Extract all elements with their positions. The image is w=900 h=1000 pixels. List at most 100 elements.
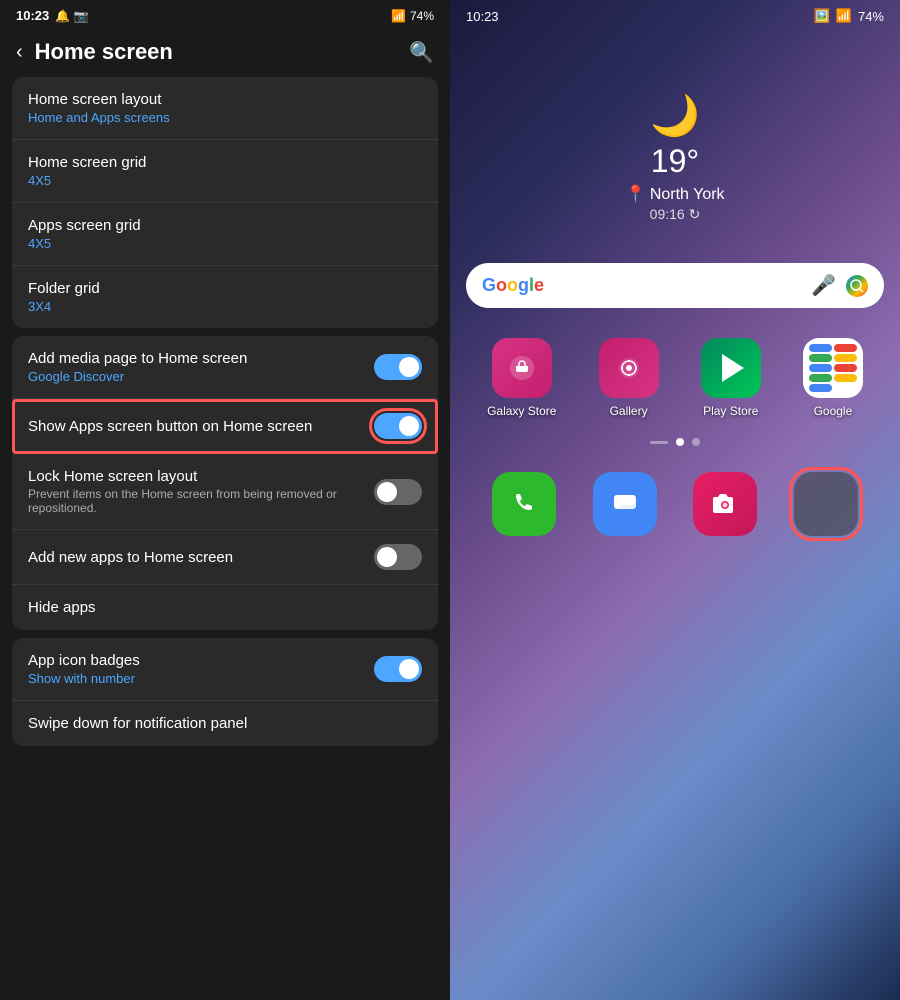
gallery-label: Gallery	[610, 404, 648, 418]
add-media-page-title: Add media page to Home screen	[28, 350, 374, 367]
lock-home-screen-title: Lock Home screen layout	[28, 468, 374, 485]
add-media-page-subtitle: Google Discover	[28, 369, 374, 384]
phone-dock-item[interactable]	[492, 472, 556, 536]
play-triangle-icon	[722, 354, 744, 382]
mic-icon[interactable]: 🎤	[811, 273, 836, 298]
battery-left: 74%	[410, 9, 434, 23]
gallery-item[interactable]: Gallery	[599, 338, 659, 418]
folder-grid-item[interactable]: Folder grid 3X4	[12, 266, 438, 328]
add-new-apps-row[interactable]: Add new apps to Home screen	[12, 530, 438, 585]
weather-temp: 19°	[450, 143, 900, 180]
time-right: 10:23	[466, 9, 499, 24]
show-apps-button-row[interactable]: Show Apps screen button on Home screen	[12, 399, 438, 454]
phone-dock-icon	[492, 472, 556, 536]
google-search-bar[interactable]: Google 🎤	[466, 263, 884, 308]
google-logo: Google	[482, 275, 544, 296]
back-button[interactable]: ‹	[16, 41, 23, 64]
toggle-knob	[399, 357, 419, 377]
status-bar-left: 10:23 🔔 📷 📶 74%	[0, 0, 450, 31]
play-store-icon	[701, 338, 761, 398]
status-time-left: 10:23 🔔 📷	[16, 8, 88, 23]
grid-settings-group: Home screen layout Home and Apps screens…	[12, 77, 438, 328]
google-grid-8	[834, 374, 857, 382]
apps-grid-dock-item[interactable]	[794, 472, 858, 536]
app-dock-row: Galaxy Store Gallery Play Store	[450, 328, 900, 428]
hide-apps-title: Hide apps	[28, 599, 422, 616]
refresh-icon: ↻	[689, 206, 701, 222]
app-icon-badges-subtitle: Show with number	[28, 671, 374, 686]
toggle-knob-4	[377, 547, 397, 567]
apps-screen-grid-item[interactable]: Apps screen grid 4X5	[12, 203, 438, 266]
galaxy-store-icon	[492, 338, 552, 398]
google-grid-5	[809, 364, 832, 372]
swipe-down-row[interactable]: Swipe down for notification panel	[12, 701, 438, 746]
galaxy-store-item[interactable]: Galaxy Store	[487, 338, 556, 418]
app-icon-badges-title: App icon badges	[28, 652, 374, 669]
right-status-icons: 🖼️ 📶 74%	[814, 8, 884, 24]
add-new-apps-toggle[interactable]	[374, 544, 422, 570]
settings-panel: 10:23 🔔 📷 📶 74% ‹ Home screen 🔍 Home scr…	[0, 0, 450, 1000]
add-media-page-toggle[interactable]	[374, 354, 422, 380]
status-bar-right: 10:23 🖼️ 📶 74%	[450, 0, 900, 32]
apps-grid-dock-icon[interactable]	[794, 472, 858, 536]
hide-apps-row[interactable]: Hide apps	[12, 585, 438, 630]
toggle-settings-group: Add media page to Home screen Google Dis…	[12, 336, 438, 630]
google-grid-6	[834, 364, 857, 372]
google-grid-3	[809, 354, 832, 362]
app-icon-badges-text: App icon badges Show with number	[28, 652, 374, 686]
show-apps-button-title: Show Apps screen button on Home screen	[28, 418, 374, 435]
image-icon-right: 🖼️	[814, 8, 830, 24]
lock-home-screen-row[interactable]: Lock Home screen layout Prevent items on…	[12, 454, 438, 530]
camera-dock-item[interactable]	[693, 472, 757, 536]
google-grid-2	[834, 344, 857, 352]
add-media-page-row[interactable]: Add media page to Home screen Google Dis…	[12, 336, 438, 399]
swipe-down-text: Swipe down for notification panel	[28, 715, 422, 732]
page-dots	[450, 428, 900, 456]
wifi-icon-right: 📶	[836, 8, 852, 24]
google-grid-9	[809, 384, 832, 392]
gallery-icon	[599, 338, 659, 398]
google-item[interactable]: Google	[803, 338, 863, 418]
home-screen-grid-title: Home screen grid	[28, 154, 422, 171]
toggle-knob-2	[399, 416, 419, 436]
add-media-page-text: Add media page to Home screen Google Dis…	[28, 350, 374, 384]
messages-dock-icon	[593, 472, 657, 536]
weather-location: 📍 North York	[450, 184, 900, 204]
show-apps-button-toggle[interactable]	[374, 413, 422, 439]
google-grid-4	[834, 354, 857, 362]
add-new-apps-title: Add new apps to Home screen	[28, 549, 374, 566]
time-left: 10:23	[16, 8, 49, 23]
settings-header: ‹ Home screen 🔍	[0, 31, 450, 77]
play-store-label: Play Store	[703, 404, 758, 418]
page-dot-2	[692, 438, 700, 446]
battery-right: 74%	[858, 9, 884, 24]
home-screen-layout-subtitle: Home and Apps screens	[28, 110, 422, 125]
lens-icon[interactable]	[846, 275, 868, 297]
status-icons-left: 🔔 📷	[55, 9, 88, 23]
folder-grid-title: Folder grid	[28, 280, 422, 297]
home-screen-layout-title: Home screen layout	[28, 91, 422, 108]
google-apps-icon	[803, 338, 863, 398]
add-new-apps-text: Add new apps to Home screen	[28, 549, 374, 566]
home-screen-grid-item[interactable]: Home screen grid 4X5	[12, 140, 438, 203]
location-pin-icon: 📍	[625, 186, 645, 203]
google-grid-1	[809, 344, 832, 352]
play-store-item[interactable]: Play Store	[701, 338, 761, 418]
home-screen-layout-item[interactable]: Home screen layout Home and Apps screens	[12, 77, 438, 140]
wifi-icon: 📶	[391, 9, 406, 23]
badges-settings-group: App icon badges Show with number Swipe d…	[12, 638, 438, 746]
apps-screen-grid-subtitle: 4X5	[28, 236, 422, 251]
search-button[interactable]: 🔍	[409, 40, 434, 65]
messages-dock-item[interactable]	[593, 472, 657, 536]
lock-home-screen-subtitle: Prevent items on the Home screen from be…	[28, 487, 374, 515]
phone-preview-panel: 10:23 🖼️ 📶 74% 🌙 19° 📍 North York 09:16 …	[450, 0, 900, 1000]
page-title: Home screen	[35, 39, 397, 65]
google-grid-7	[809, 374, 832, 382]
toggle-knob-3	[377, 482, 397, 502]
hide-apps-text: Hide apps	[28, 599, 422, 616]
weather-icon: 🌙	[650, 92, 700, 139]
galaxy-store-label: Galaxy Store	[487, 404, 556, 418]
lock-home-screen-toggle[interactable]	[374, 479, 422, 505]
app-icon-badges-toggle[interactable]	[374, 656, 422, 682]
app-icon-badges-row[interactable]: App icon badges Show with number	[12, 638, 438, 701]
